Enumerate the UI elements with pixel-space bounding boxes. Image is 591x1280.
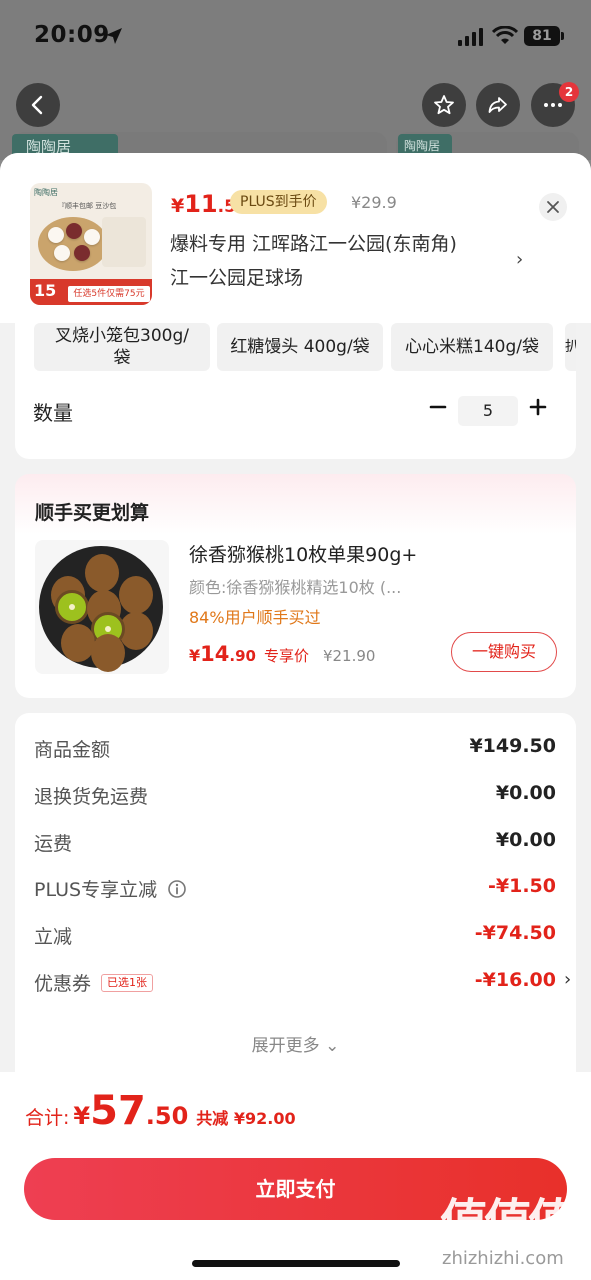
product-thumbnail: 陶陶居 『顺丰包邮 豆沙包 15 任选5件仅需75元: [30, 183, 152, 305]
quantity-decrease-button[interactable]: [426, 395, 450, 419]
summary-value: ¥0.00: [495, 829, 556, 851]
notification-badge: 2: [559, 82, 579, 102]
price-summary-card: 商品金额 ¥149.50 退换货免运费 ¥0.00 运费 ¥0.00 PLUS专…: [15, 713, 576, 1093]
share-arrow-icon: [488, 97, 507, 113]
address-line-2[interactable]: 江一公园足球场: [170, 263, 303, 290]
spec-option[interactable]: 红糖馒头 400g/袋: [217, 323, 383, 371]
total-symbol: ¥: [73, 1102, 91, 1130]
recommendation-price: ¥ 14 .90 专享价 ¥21.90: [189, 642, 375, 666]
watermark: 值值值 zhizhizhi.com: [440, 1196, 585, 1276]
spec-option-label: 扒: [565, 339, 576, 355]
price-integer: 14: [200, 642, 230, 666]
thumb-tagline: 『顺丰包邮 豆沙包: [58, 202, 117, 210]
battery-nub: [561, 32, 564, 40]
summary-value: -¥16.00: [474, 969, 556, 991]
product-price: ¥ 11 .5: [171, 190, 236, 220]
chevron-right-icon[interactable]: ›: [564, 969, 571, 990]
summary-value: ¥149.50: [469, 735, 556, 757]
battery-indicator: 81: [524, 26, 560, 46]
total-row: 合计: ¥ 57 .50 共减 ¥92.00: [25, 1088, 296, 1134]
star-icon: [434, 95, 454, 115]
address-line-1[interactable]: 爆料专用 江晖路江一公园(东南角): [170, 229, 457, 256]
recommendation-card: 顺手买更划算 徐香猕猴桃10枚单果90g+ 颜色:徐香猕猴桃精选10枚 (...…: [15, 474, 576, 698]
one-click-buy-button[interactable]: 一键购买: [451, 632, 557, 672]
summary-label: 立减: [34, 926, 73, 948]
summary-row: 商品金额 ¥149.50: [34, 735, 556, 765]
spec-option-label: 红糖馒头 400g/袋: [230, 337, 370, 357]
location-arrow-icon: [106, 28, 122, 44]
quantity-increase-button[interactable]: [526, 395, 550, 419]
recommendation-spec: 颜色:徐香猕猴桃精选10枚 (...: [189, 578, 402, 597]
summary-row: 运费 ¥0.00: [34, 829, 556, 859]
spec-option[interactable]: 叉烧小笼包300g/袋: [34, 323, 210, 371]
summary-label: PLUS专享立减: [34, 879, 158, 901]
wifi-icon: [492, 26, 518, 44]
quantity-input[interactable]: 5: [458, 396, 518, 426]
status-time: 20:09: [34, 22, 110, 48]
share-button[interactable]: [476, 83, 520, 127]
plus-icon: [529, 398, 547, 416]
chevron-right-icon[interactable]: ›: [516, 249, 523, 270]
price-integer: 11: [184, 190, 218, 218]
status-bar: 20:09 81: [0, 0, 591, 70]
home-indicator: [192, 1260, 400, 1267]
chevron-left-icon: [31, 95, 43, 115]
spec-option-label: 心心米糕140g/袋: [405, 337, 539, 357]
package-image: [102, 217, 146, 267]
summary-value: -¥74.50: [474, 922, 556, 944]
price-tag: 专享价: [263, 647, 309, 665]
summary-row: PLUS专享立减 -¥1.50: [34, 875, 556, 905]
back-button[interactable]: [16, 83, 60, 127]
recommendation-title: 顺手买更划算: [35, 502, 150, 524]
spec-quantity-card: 叉烧小笼包300g/袋 红糖馒头 400g/袋 心心米糕140g/袋 扒 数量 …: [15, 323, 576, 459]
recommendation-name[interactable]: 徐香猕猴桃10枚单果90g+: [189, 540, 417, 567]
close-button[interactable]: [539, 193, 567, 221]
spec-option[interactable]: 心心米糕140g/袋: [391, 323, 553, 371]
coupon-row[interactable]: 优惠券 已选1张 -¥16.00 ›: [34, 969, 575, 999]
thumb-big-number: 15: [34, 281, 57, 300]
expand-more-button[interactable]: 展开更多 ⌄: [15, 1031, 576, 1056]
summary-value: -¥1.50: [488, 875, 556, 897]
watermark-logo: 值值值: [440, 1194, 576, 1250]
price-symbol: ¥: [171, 195, 185, 217]
price-decimal: .90: [229, 647, 256, 665]
price-symbol: ¥: [189, 646, 201, 665]
kiwi-product-image[interactable]: [35, 540, 169, 674]
summary-label: 退换货免运费: [34, 786, 149, 808]
cellular-signal-icon: [458, 28, 483, 46]
favorite-button[interactable]: [422, 83, 466, 127]
original-price: ¥21.90: [322, 647, 376, 665]
summary-row: 退换货免运费 ¥0.00: [34, 782, 556, 812]
thumb-promo-text: 任选5件仅需75元: [68, 286, 150, 302]
summary-value: ¥0.00: [495, 782, 556, 804]
total-discount: 共减 ¥92.00: [196, 1109, 296, 1128]
thumb-brand-logo: 陶陶居: [34, 188, 58, 197]
summary-label: 运费: [34, 833, 73, 855]
summary-label-wrap: 优惠券 已选1张: [34, 969, 154, 996]
watermark-domain: zhizhizhi.com: [442, 1248, 564, 1269]
total-integer: 57: [90, 1088, 146, 1134]
coupon-selected-tag: 已选1张: [101, 973, 154, 992]
close-icon: [547, 201, 559, 213]
summary-label: 商品金额: [34, 739, 111, 761]
sheet-header: 陶陶居 『顺丰包邮 豆沙包 15 任选5件仅需75元 ¥ 11 .5 PLUS到…: [0, 153, 591, 323]
info-icon[interactable]: [167, 879, 187, 899]
plus-price-tag: PLUS到手价: [230, 190, 327, 214]
plate-image: [39, 546, 163, 672]
bottom-pay-bar: 合计: ¥ 57 .50 共减 ¥92.00 立即支付 值值值 zhizhizh…: [0, 1072, 591, 1280]
summary-label: 优惠券: [34, 973, 92, 995]
summary-row: 立减 -¥74.50: [34, 922, 556, 952]
steamer-basket-image: [38, 217, 108, 271]
total-decimal: .50: [145, 1102, 189, 1130]
total-label: 合计:: [25, 1107, 70, 1129]
recommendation-social-proof: 84%用户顺手买过: [189, 608, 321, 627]
quantity-label: 数量: [33, 401, 73, 425]
minus-icon: [429, 405, 447, 409]
spec-option-label: 叉烧小笼包300g/袋: [55, 326, 189, 368]
summary-label-wrap: PLUS专享立减: [34, 875, 187, 902]
spec-option[interactable]: 扒: [565, 323, 576, 371]
original-price: ¥29.9: [351, 193, 397, 212]
